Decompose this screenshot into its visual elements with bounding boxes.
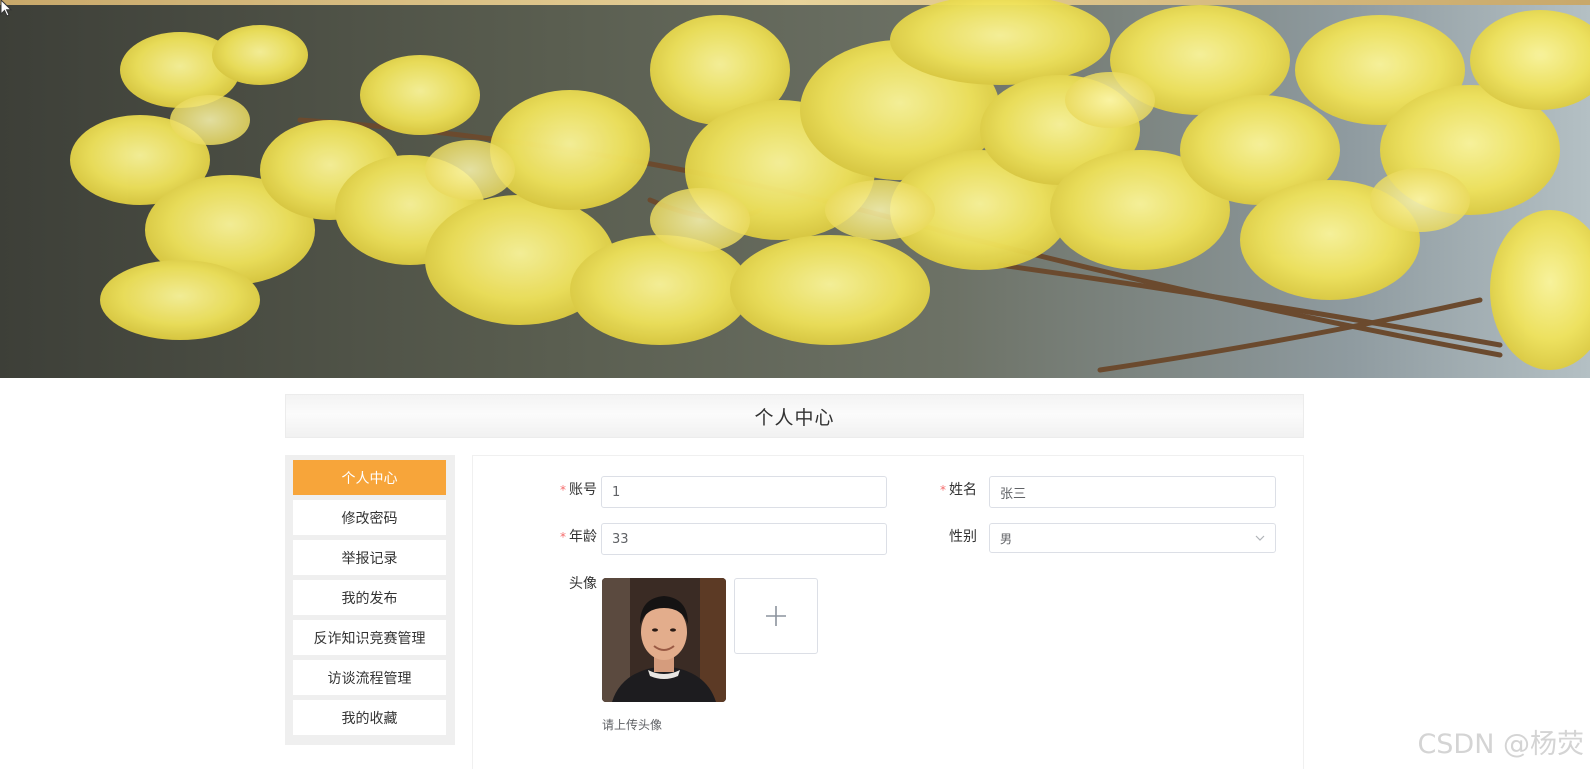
sidebar-item-my-posts[interactable]: 我的发布 [293,580,446,615]
sidebar-item-change-password[interactable]: 修改密码 [293,500,446,535]
sidebar-item-quiz-management[interactable]: 反诈知识竞赛管理 [293,620,446,655]
gender-label: 性别 [949,529,977,545]
name-label: * 姓名 [940,482,977,498]
sidebar-menu: 个人中心 修改密码 举报记录 我的发布 反诈知识竞赛管理 访谈流程管理 我的收藏 [285,455,455,745]
gender-select-value: 男 [1000,531,1013,546]
avatar-upload-button[interactable] [734,578,818,654]
name-input[interactable] [989,476,1276,508]
age-input[interactable] [601,523,887,555]
gender-select[interactable]: 男 [989,523,1276,553]
required-mark: * [940,483,946,497]
yellow-blossom-illustration [70,0,1590,373]
profile-form: *账号 *姓名 *年龄 性别 男 头像 [472,455,1304,769]
required-mark: * [560,483,566,497]
avatar-portrait [602,578,726,702]
required-mark: * [560,530,566,544]
sidebar-item-personal-center[interactable]: 个人中心 [293,460,446,495]
watermark: CSDN @杨荧 [1417,729,1584,760]
sidebar-item-interview-process[interactable]: 访谈流程管理 [293,660,446,695]
sidebar-item-report-records[interactable]: 举报记录 [293,540,446,575]
account-input[interactable] [601,476,887,508]
banner-image [0,0,1590,378]
avatar-image[interactable] [602,578,726,702]
age-label: * 年龄 [560,529,597,545]
chevron-down-icon [1255,535,1265,541]
sidebar-item-my-favorites[interactable]: 我的收藏 [293,700,446,735]
upload-hint: 请上传头像 [602,718,663,732]
account-label: * 账号 [560,482,597,498]
plus-icon [766,606,786,626]
avatar-label: 头像 [569,576,597,592]
page-title: 个人中心 [285,394,1304,438]
mouse-pointer-icon [0,0,13,17]
